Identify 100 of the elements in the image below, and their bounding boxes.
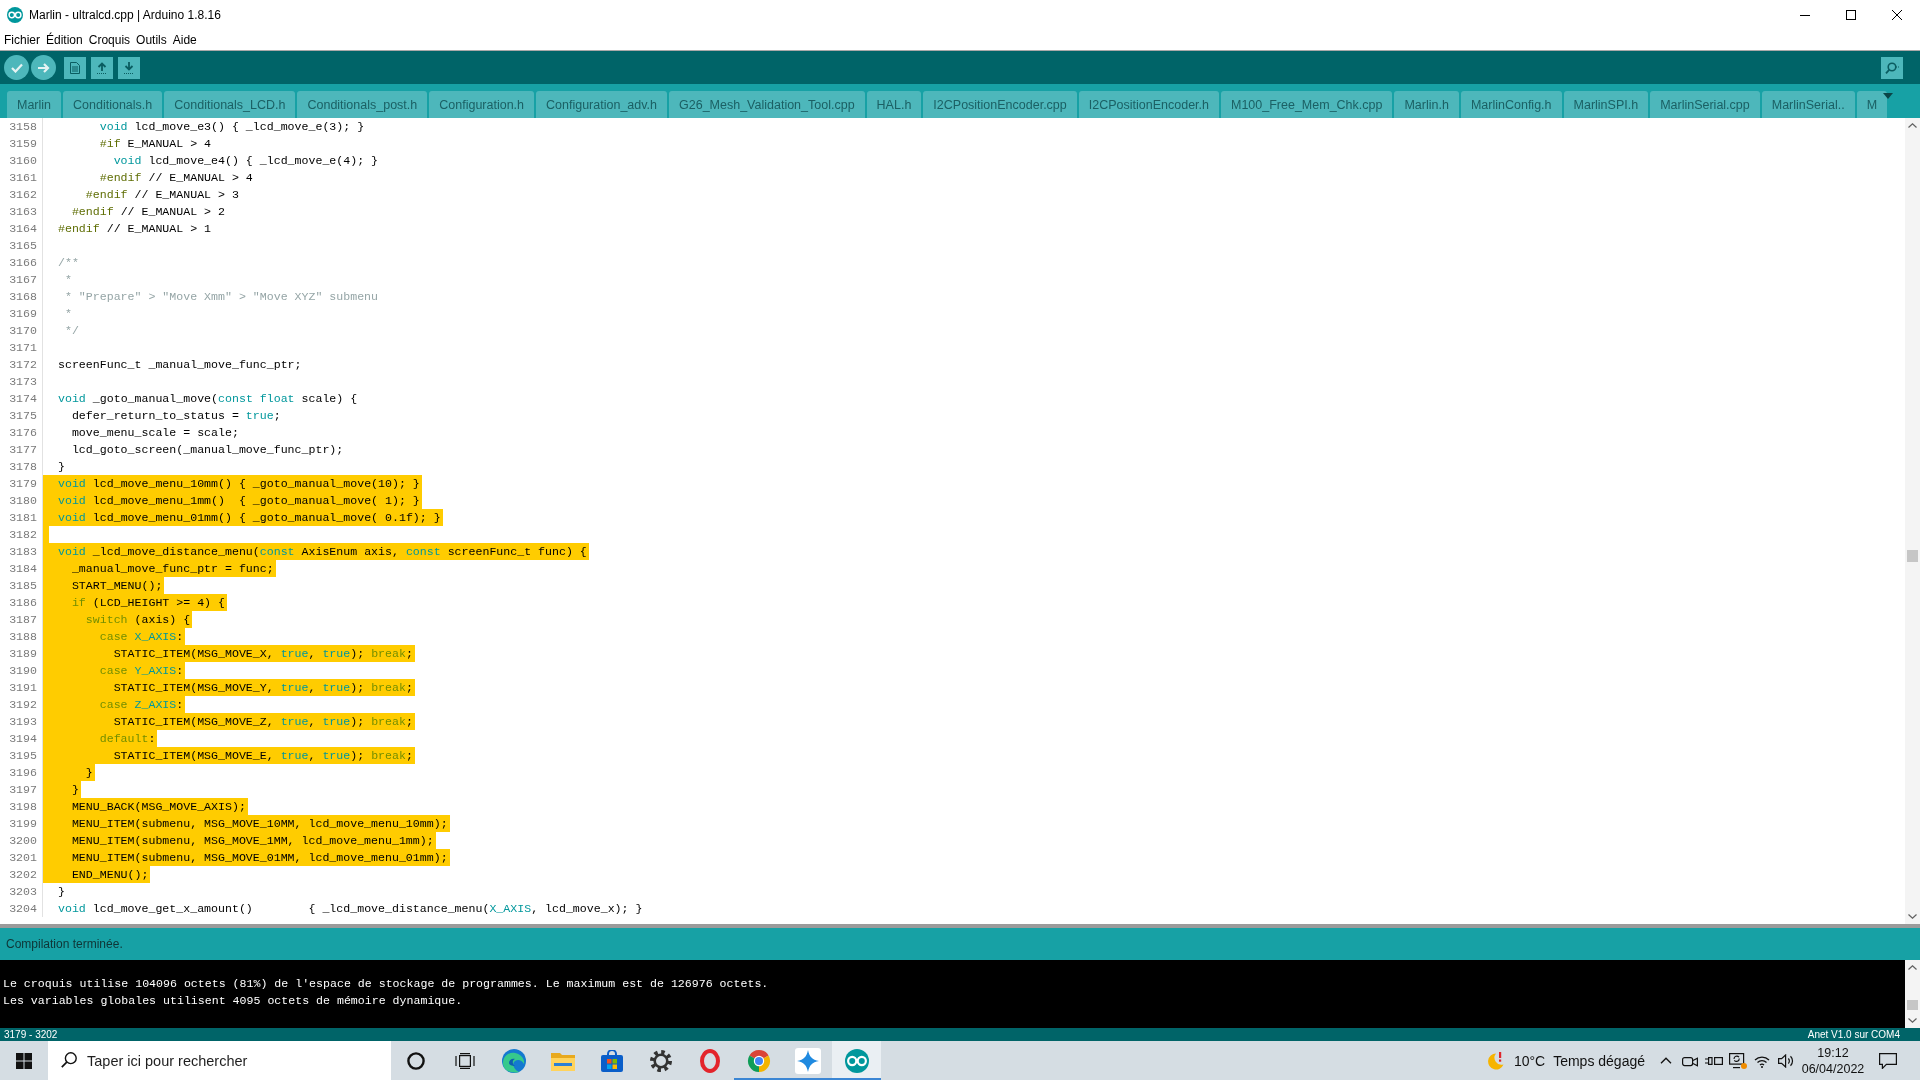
magnifier-icon [1885,61,1899,74]
tab[interactable]: MarlinSPI.h [1563,91,1649,118]
tab[interactable]: MarlinSerial.. [1761,91,1855,118]
scrollbar[interactable] [1905,960,1920,1028]
menu-item[interactable]: Édition [43,33,86,47]
line-number: 3186 [9,596,37,609]
line-number: 3172 [9,358,37,371]
line-number: 3176 [9,426,37,439]
code-line: move_menu_scale = scale; [70,425,240,441]
code-line: void lcd_move_e4() { _lcd_move_e(4); } [112,153,380,169]
status-message: Compilation terminée. [6,937,123,951]
tab[interactable]: G26_Mesh_Validation_Tool.cpp [669,91,865,118]
notification-icon[interactable] [1879,1052,1897,1069]
caret-down-icon[interactable] [1883,93,1893,99]
gear-icon [649,1049,672,1072]
console-line: Les variables globales utilisent 4095 octets de mémoire dynamique. [3,993,463,1009]
code-line: screenFunc_t _manual_move_func_ptr; [57,357,303,373]
line-number: 3178 [9,460,37,473]
minimize-icon [1800,14,1810,16]
menu-item[interactable]: Croquis [85,33,134,47]
line-number: 3187 [9,613,37,626]
code-line: /** [57,255,80,271]
four-squares-icon [16,1052,32,1069]
tab[interactable]: Configuration.h [429,91,535,118]
save-button[interactable] [118,56,140,79]
line-number: 3197 [9,783,37,796]
verify-button[interactable] [4,55,29,80]
line-number: 3201 [9,851,37,864]
moon-icon[interactable] [1485,1051,1504,1070]
new-button[interactable] [64,56,86,79]
line-number: 3171 [9,341,37,354]
oval-ring-icon [699,1048,720,1073]
code-line: */ [63,323,80,339]
upload-button[interactable] [31,55,56,80]
serial-monitor-button[interactable] [1881,56,1903,79]
tab[interactable]: Conditionals.h [63,91,163,118]
tab[interactable]: MarlinSerial.cpp [1650,91,1760,118]
weather-condition[interactable]: Temps dégagé [1553,1052,1645,1069]
tab[interactable]: I2CPositionEncoder.h [1078,91,1219,118]
tab[interactable]: MarlinConfig.h [1460,91,1562,118]
menu-item[interactable]: Outils [133,33,170,47]
tab[interactable]: HAL.h [866,91,922,118]
line-number: 3164 [9,222,37,235]
chevron-down-icon[interactable] [1908,914,1917,919]
line-number: 3173 [9,375,37,388]
arrow-up-icon [97,61,107,74]
tab[interactable]: I2CPositionEncoder.cpp [923,91,1077,118]
folder-icon [550,1050,575,1071]
open-button[interactable] [91,56,113,79]
scrollbar[interactable] [1905,118,1920,924]
shopping-bag-icon [600,1049,623,1072]
clock-time[interactable]: 19:12 [1817,1045,1849,1060]
chevron-down-icon[interactable] [1908,1018,1917,1023]
search-field[interactable]: Taper ici pour rechercher [48,1041,391,1080]
scrollbar-thumb[interactable] [1907,550,1918,562]
tab[interactable]: M [1856,91,1888,118]
line-number: 3190 [9,664,37,677]
line-number: 3183 [9,545,37,558]
arrow-down-icon [124,61,134,74]
tab[interactable]: Configuration_adv.h [536,91,667,118]
code-line: void lcd_move_e3() { _lcd_move_e(3); } [98,119,366,135]
task-view-icon [454,1052,475,1069]
code-line: #endif // E_MANUAL > 4 [98,170,254,186]
tab[interactable]: M100_Free_Mem_Chk.cpp [1221,91,1393,118]
search-icon [61,1052,77,1068]
code-line: } [57,459,66,475]
line-number: 3174 [9,392,37,405]
code-line: #if E_MANUAL > 4 [98,136,213,152]
four-point-star-icon [794,1047,821,1074]
tab[interactable]: Conditionals_LCD.h [164,91,296,118]
temperature[interactable]: 10°C [1513,1052,1546,1069]
arrow-right-icon [37,62,50,73]
menu-item[interactable]: Fichier [1,33,43,47]
line-number: 3182 [9,528,37,541]
clock-date[interactable]: 06/04/2022 [1801,1061,1865,1076]
line-number: 3192 [9,698,37,711]
chevron-up-icon[interactable] [1660,1057,1672,1064]
code-line: * "Prepare" > "Move Xmm" > "Move XYZ" submenu [63,289,380,305]
code-line: #endif // E_MANUAL > 1 [57,221,213,237]
tab[interactable]: Marlin [7,91,62,118]
line-number: 3158 [9,120,37,133]
code-line: } [57,884,66,900]
code-line: * [63,272,73,288]
scrollbar-thumb[interactable] [1907,1000,1918,1010]
menu-item[interactable]: Aide [169,33,200,47]
close-icon [1892,10,1902,20]
speaker-icon[interactable] [1778,1053,1794,1068]
line-number: 3196 [9,766,37,779]
tab[interactable]: Conditionals_post.h [297,91,428,118]
line-number: 3161 [9,171,37,184]
line-number: 3204 [9,902,37,915]
tab[interactable]: Marlin.h [1394,91,1459,118]
monitor-icon[interactable] [1729,1052,1747,1069]
line-number: 3195 [9,749,37,762]
code-line: void lcd_move_get_x_amount() { _lcd_move_distance_menu(X_AXIS, lcd_move_x); } [57,901,644,917]
swirl-icon [501,1048,526,1073]
line-number: 3193 [9,715,37,728]
code-line: #endif // E_MANUAL > 3 [84,187,240,203]
line-number: 3168 [9,290,37,303]
line-number: 3167 [9,273,37,286]
